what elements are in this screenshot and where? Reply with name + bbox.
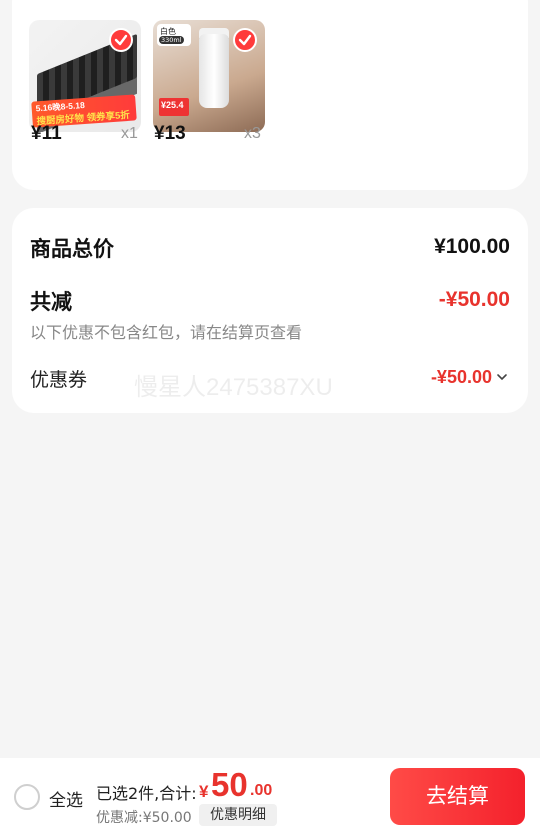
price-badge-text: ¥25.4 [161,100,184,110]
checked-icon[interactable] [109,28,133,52]
discount-detail-button[interactable]: 优惠明细 [199,804,277,826]
selected-products-card: 5.16晚8-5.18 搜厨房好物 领券享5折 白色 330ml ¥25.4 ¥… [12,0,528,190]
variant-tag: 白色 330ml [157,24,191,46]
discount-value: -¥50.00 [438,288,510,311]
discount-note: 以下优惠不包含红包，请在结算页查看 [30,323,303,342]
select-all-radio[interactable] [14,784,40,810]
coupon-label[interactable]: 优惠券 [30,365,87,392]
product-thumbnail-deck[interactable]: 5.16晚8-5.18 搜厨房好物 领券享5折 [29,20,141,132]
total-currency: ¥ [199,782,209,801]
product-price: ¥13 [154,123,186,144]
product-quantity: x1 [121,125,138,142]
checked-icon[interactable] [233,28,257,52]
discount-summary: 优惠减:¥50.00 [96,810,192,826]
product-price: ¥11 [31,123,62,144]
price-badge: ¥25.4 [159,98,189,116]
total-integer: 50 [211,766,248,803]
checkout-bar: 全选 已选2件,合计: ¥ 50 .00 优惠减:¥50.00 优惠明细 去结算 [0,758,540,834]
selected-count-text: 已选2件,合计: [96,784,197,803]
bottle-image [199,34,229,108]
watermark: 慢星人2475387XU [134,374,333,401]
discount-label: 共减 [30,290,72,314]
checkout-button[interactable]: 去结算 [390,768,525,825]
coupon-value[interactable]: -¥50.00 [431,367,492,388]
total-decimal: .00 [250,782,273,799]
product-quantity: x3 [244,125,261,142]
variant-size: 330ml [159,36,184,44]
total-price-label: 商品总价 [30,237,114,261]
price-summary-card: 商品总价 ¥100.00 共减 -¥50.00 以下优惠不包含红包，请在结算页查… [12,208,528,413]
product-thumbnail-bottle[interactable]: 白色 330ml ¥25.4 [153,20,265,132]
total-price-value: ¥100.00 [434,235,510,258]
chevron-down-icon[interactable] [496,373,508,381]
select-all-label[interactable]: 全选 [49,786,83,811]
